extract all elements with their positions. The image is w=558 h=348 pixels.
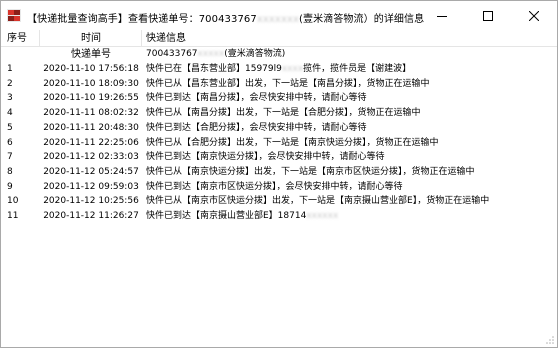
row-time: 2020-11-11 08:02:32 [43,108,139,119]
table-row[interactable]: 10 2020-11-12 10:25:56 快件已从【南京市区快运分拨】出发，下一… [1,194,557,209]
column-header-index[interactable]: 序号 [7,31,27,46]
row-time: 2020-11-10 17:56:18 [43,64,139,74]
table-row[interactable]: 11 2020-11-12 11:26:27 快件已到达【南京摄山营业部E】1871… [1,209,557,224]
table-row[interactable]: 4 2020-11-11 08:02:32 快件已从【南昌分拨】出发，下一站是【合肥… [1,106,557,121]
row-info-text: 快件已到达【南京快运分拨】，会尽快安排中转，请耐心等待 [146,152,385,163]
row-info: 快件已从【南京市区快运分拨】出发，下一站是【南京摄山营业部E】，货物正在运输中 [146,194,551,209]
row-time: 2020-11-11 22:25:06 [43,137,139,148]
row-index: 4 [7,108,13,119]
row-info: 快件已到达【南昌分拨】，会尽快安排中转，请耐心等待 [146,91,551,106]
row-index: 6 [7,137,13,148]
row-time: 2020-11-11 20:48:30 [43,122,139,133]
minimize-button[interactable] [419,1,465,30]
row-time: 2020-11-12 10:25:56 [43,196,139,207]
resize-grip-icon[interactable] [545,335,555,345]
row-info: 快件已从【昌东营业部】出发，下一站是【南昌分拨】，货物正在运输中 [146,77,551,92]
row-index: 3 [7,93,13,104]
tracking-number-prefix: 700433767 [146,49,198,59]
row-time: 2020-11-10 18:09:30 [43,78,139,89]
minimize-icon [437,15,447,17]
title-bar[interactable]: 【快递批量查询高手】查看快递单号：700433767xxxxxxx(壹米滴答物流… [1,1,557,30]
column-divider[interactable] [39,30,40,46]
row-info-text: 快件已从【南京快运分拨】出发，下一站是【南京市区快运分拨】，货物正在运输中 [146,166,475,177]
row-info: 快件已到达【南京快运分拨】，会尽快安排中转，请耐心等待 [146,150,551,165]
row-info: 快件已到达【合肥分拨】，会尽快安排中转，请耐心等待 [146,121,551,136]
row-info-suffix: 揽件，揽件员是【谢建波】 [303,64,412,74]
row-time: 2020-11-12 05:24:57 [43,166,139,177]
detail-window: 【快递批量查询高手】查看快递单号：700433767xxxxxxx(壹米滴答物流… [0,0,558,348]
row-info-text: 快件已到达【南昌分拨】，会尽快安排中转，请耐心等待 [146,93,367,104]
tracking-number-carrier: (壹米滴答物流) [224,49,286,59]
row-info-text: 快件已从【南昌分拨】出发，下一站是【合肥分拨】，货物正在运输中 [146,108,421,119]
row-index: 7 [7,152,13,163]
window-title-suffix: (壹米滴答物流）的详细信息 [299,14,425,25]
row-index: 11 [7,211,19,221]
tracking-number-label: 快递单号 [71,49,111,60]
window-title-prefix: 【快递批量查询高手】查看快递单号：700433767 [27,14,257,25]
list-header: 序号 时间 快递信息 [1,30,557,47]
table-row[interactable]: 9 2020-11-12 09:59:03 快件已到达【南京市区快运分拨】，会尽快安… [1,180,557,195]
maximize-icon [483,10,493,21]
column-divider[interactable] [141,30,142,46]
row-info-text: 快件已从【昌东营业部】出发，下一站是【南昌分拨】，货物正在运输中 [146,78,430,89]
row-info: 快件已从【南昌分拨】出发，下一站是【合肥分拨】，货物正在运输中 [146,106,551,121]
table-row[interactable]: 5 2020-11-11 20:48:30 快件已到达【合肥分拨】，会尽快安排中转，… [1,121,557,136]
row-info-text: 快件已在【昌东营业部】15979l9 [146,64,282,74]
close-icon [529,10,539,21]
row-info-text: 快件已从【南京市区快运分拨】出发，下一站是【南京摄山营业部E】，货物正在运输中 [146,196,490,207]
row-index: 10 [7,196,19,207]
row-info-text: 快件已到达【南京市区快运分拨】，会尽快安排中转，请耐心等待 [146,181,403,192]
tracking-number-row[interactable]: 快递单号 700433767xxxxx(壹米滴答物流) [1,47,557,62]
tracking-list[interactable]: 序号 时间 快递信息 快递单号 700433767xxxxx(壹米滴答物流) 1… [1,30,557,347]
table-row[interactable]: 7 2020-11-12 02:33:03 快件已到达【南京快运分拨】，会尽快安排中… [1,150,557,165]
row-info-text: 快件已到达【合肥分拨】，会尽快安排中转，请耐心等待 [146,122,367,133]
app-logo-icon [7,9,21,22]
row-time: 2020-11-12 02:33:03 [43,152,139,163]
tracking-number-value: 700433767xxxxx(壹米滴答物流) [146,47,551,62]
row-info-text: 快件已从【合肥分拨】出发，下一站是【南京快运分拨】，货物正在运输中 [146,137,439,148]
row-time: 2020-11-10 19:26:55 [43,93,139,104]
row-index: 9 [7,181,13,192]
row-info: 快件已到达【南京摄山营业部E】18714xxxxxx [146,209,551,224]
table-row[interactable]: 8 2020-11-12 05:24:57 快件已从【南京快运分拨】出发，下一站是【… [1,165,557,180]
row-info: 快件已到达【南京市区快运分拨】，会尽快安排中转，请耐心等待 [146,180,551,195]
row-info-masked: xxxx [281,64,304,74]
row-index: 2 [7,78,13,89]
close-button[interactable] [511,1,557,30]
row-info: 快件已从【南京快运分拨】出发，下一站是【南京市区快运分拨】，货物正在运输中 [146,165,551,180]
row-info-masked: xxxxxx [306,211,339,221]
row-time: 2020-11-12 09:59:03 [43,181,139,192]
row-index: 1 [7,64,13,74]
window-title: 【快递批量查询高手】查看快递单号：700433767xxxxxxx(壹米滴答物流… [27,10,424,25]
row-info-text: 快件已到达【南京摄山营业部E】18714 [146,211,307,221]
row-info: 快件已在【昌东营业部】15979l9xxxx揽件，揽件员是【谢建波】 [146,62,551,77]
row-time: 2020-11-12 11:26:27 [43,211,139,221]
tracking-number-masked: xxxxx [197,49,225,59]
maximize-button[interactable] [465,1,511,30]
window-title-masked: xxxxxxx [256,14,300,25]
column-header-time[interactable]: 时间 [43,31,139,46]
table-row[interactable]: 2 2020-11-10 18:09:30 快件已从【昌东营业部】出发，下一站是【南… [1,77,557,92]
table-row[interactable]: 3 2020-11-10 19:26:55 快件已到达【南昌分拨】，会尽快安排中转，… [1,91,557,106]
column-header-info[interactable]: 快递信息 [146,31,186,46]
table-row[interactable]: 6 2020-11-11 22:25:06 快件已从【合肥分拨】出发，下一站是【南京… [1,136,557,151]
table-row[interactable]: 1 2020-11-10 17:56:18 快件已在【昌东营业部】15979l9xx… [1,62,557,77]
row-info: 快件已从【合肥分拨】出发，下一站是【南京快运分拨】，货物正在运输中 [146,136,551,151]
row-index: 5 [7,122,13,133]
row-index: 8 [7,166,13,177]
